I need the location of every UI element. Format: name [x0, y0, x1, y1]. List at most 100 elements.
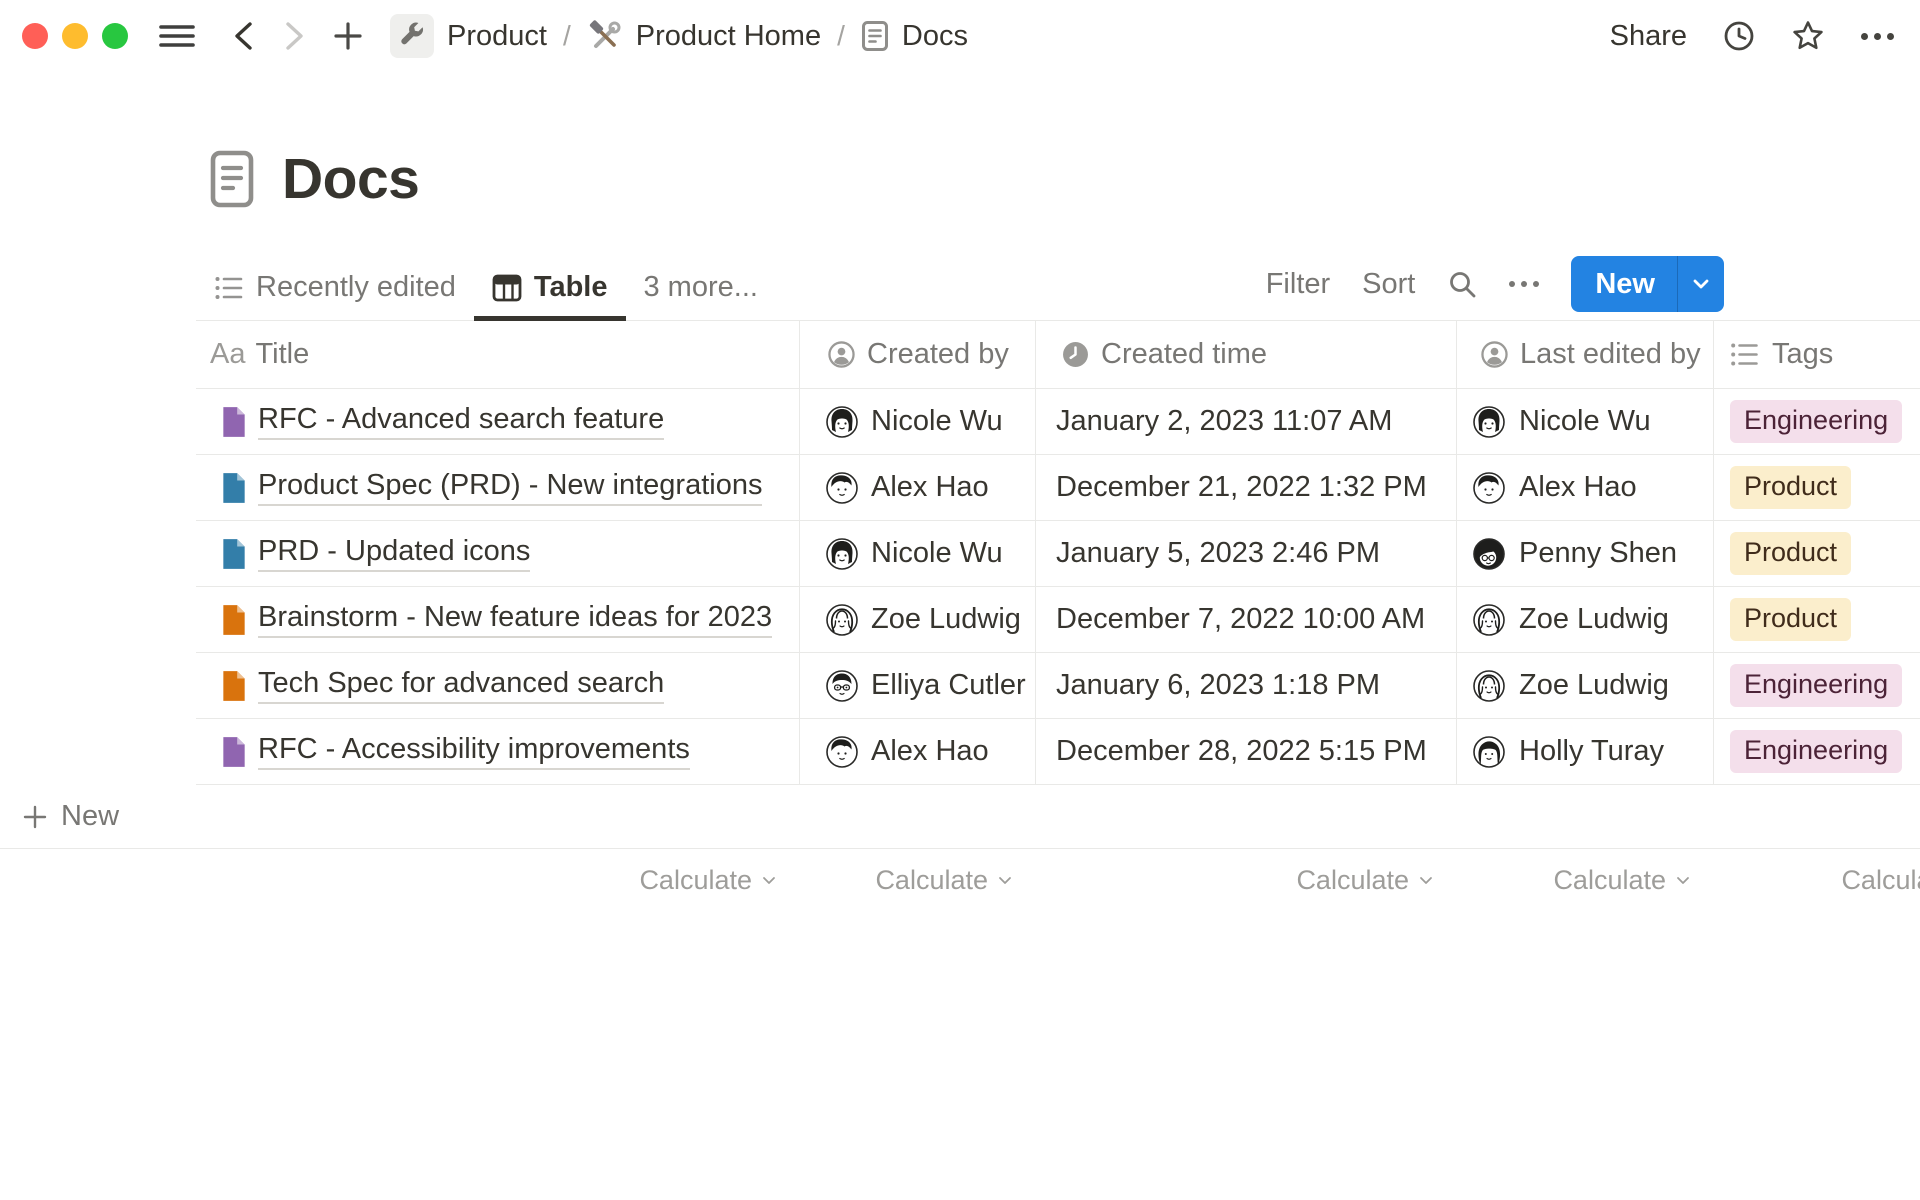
created-time-cell[interactable]: January 5, 2023 2:46 PM — [1036, 521, 1457, 586]
page-link[interactable]: PRD - Updated icons — [258, 535, 530, 572]
calculate-label: Calculate — [1296, 865, 1409, 896]
page-title[interactable]: Docs — [282, 146, 419, 212]
table-row: Brainstorm - New feature ideas for 2023 … — [196, 587, 1920, 653]
page-link[interactable]: RFC - Advanced search feature — [258, 403, 664, 440]
tags-cell[interactable]: Product — [1714, 521, 1920, 586]
new-button[interactable]: New — [1571, 256, 1724, 312]
created-time-cell[interactable]: January 2, 2023 11:07 AM — [1036, 389, 1457, 454]
last-edited-by-cell[interactable]: Alex Hao — [1457, 455, 1714, 520]
text-type-icon: Aa — [210, 338, 245, 371]
updates-clock-icon[interactable] — [1723, 20, 1755, 52]
column-header-created-by[interactable]: Created by — [800, 321, 1036, 388]
last-edited-by-cell[interactable]: Penny Shen — [1457, 521, 1714, 586]
breadcrumb-item-product-home[interactable]: Product Home — [587, 18, 821, 54]
breadcrumb-item-docs[interactable]: Docs — [861, 20, 968, 53]
created-time-cell[interactable]: December 28, 2022 5:15 PM — [1036, 719, 1457, 784]
person-icon — [828, 341, 855, 368]
wrench-icon — [390, 14, 434, 58]
tags-cell[interactable]: Engineering — [1714, 389, 1920, 454]
close-window-button[interactable] — [22, 23, 48, 49]
page-link[interactable]: Product Spec (PRD) - New integrations — [258, 469, 762, 506]
sidebar-menu-icon[interactable] — [158, 21, 196, 51]
created-time-cell[interactable]: January 6, 2023 1:18 PM — [1036, 653, 1457, 718]
created-by-cell[interactable]: Alex Hao — [800, 455, 1036, 520]
new-button-label: New — [1571, 256, 1677, 312]
column-label: Tags — [1772, 338, 1833, 371]
page-document-icon[interactable] — [210, 150, 254, 208]
last-edited-by-cell[interactable]: Nicole Wu — [1457, 389, 1714, 454]
created-time-cell[interactable]: December 21, 2022 1:32 PM — [1036, 455, 1457, 520]
created-by-cell[interactable]: Zoe Ludwig — [800, 587, 1036, 652]
tab-recently-edited[interactable]: Recently edited — [196, 255, 474, 320]
calculate-title[interactable]: Calculate — [196, 849, 800, 911]
person-name: Penny Shen — [1519, 537, 1677, 570]
title-cell[interactable]: PRD - Updated icons — [196, 521, 800, 586]
tag-pill: Product — [1730, 598, 1851, 640]
add-row-label: New — [61, 800, 119, 833]
last-edited-by-cell[interactable]: Holly Turay — [1457, 719, 1714, 784]
calculate-label: Calculate — [1553, 865, 1666, 896]
share-button[interactable]: Share — [1610, 20, 1687, 53]
page-link[interactable]: RFC - Accessibility improvements — [258, 733, 690, 770]
forward-icon[interactable] — [282, 19, 308, 53]
avatar — [1473, 538, 1505, 570]
title-cell[interactable]: Brainstorm - New feature ideas for 2023 — [196, 587, 800, 652]
breadcrumb-separator: / — [563, 20, 571, 52]
tags-cell[interactable]: Engineering — [1714, 719, 1920, 784]
column-header-title[interactable]: Aa Title — [196, 321, 800, 388]
database-table: Aa Title Created by Created time Last ed… — [0, 321, 1920, 911]
column-header-last-edited-by[interactable]: Last edited by — [1457, 321, 1714, 388]
plus-icon — [22, 804, 48, 830]
document-icon — [861, 20, 889, 52]
tag-pill: Product — [1730, 532, 1851, 574]
tag-pill: Engineering — [1730, 400, 1902, 442]
more-options-icon[interactable] — [1861, 33, 1894, 40]
created-by-cell[interactable]: Alex Hao — [800, 719, 1036, 784]
breadcrumb-label: Product — [447, 20, 547, 53]
tab-table[interactable]: Table — [474, 255, 626, 320]
person-name: Nicole Wu — [871, 537, 1003, 570]
column-header-created-time[interactable]: Created time — [1036, 321, 1457, 388]
tags-cell[interactable]: Product — [1714, 587, 1920, 652]
chevron-down-icon[interactable] — [1678, 256, 1724, 312]
created-time-cell[interactable]: December 7, 2022 10:00 AM — [1036, 587, 1457, 652]
search-icon[interactable] — [1447, 269, 1477, 299]
title-cell[interactable]: RFC - Advanced search feature — [196, 389, 800, 454]
created-by-cell[interactable]: Nicole Wu — [800, 521, 1036, 586]
last-edited-by-cell[interactable]: Zoe Ludwig — [1457, 653, 1714, 718]
page-link[interactable]: Brainstorm - New feature ideas for 2023 — [258, 601, 772, 638]
sort-button[interactable]: Sort — [1362, 268, 1415, 301]
person-name: Zoe Ludwig — [1519, 669, 1669, 702]
calculate-last-edited-by[interactable]: Calculate — [1457, 849, 1714, 911]
chevron-down-icon — [998, 876, 1012, 885]
calculate-tags[interactable]: Calculate — [1714, 849, 1920, 911]
calculate-label: Calculate — [1841, 865, 1920, 896]
tab-more-views[interactable]: 3 more... — [626, 255, 776, 320]
avatar — [826, 736, 858, 768]
add-row-button[interactable]: New — [0, 785, 1920, 849]
breadcrumb: Product / Product Home / Docs — [390, 14, 968, 58]
breadcrumb-item-product[interactable]: Product — [390, 14, 547, 58]
back-icon[interactable] — [230, 19, 256, 53]
tags-cell[interactable]: Product — [1714, 455, 1920, 520]
last-edited-by-cell[interactable]: Zoe Ludwig — [1457, 587, 1714, 652]
title-cell[interactable]: Tech Spec for advanced search — [196, 653, 800, 718]
minimize-window-button[interactable] — [62, 23, 88, 49]
page-link[interactable]: Tech Spec for advanced search — [258, 667, 664, 704]
page-icon — [221, 670, 247, 702]
calculate-created-time[interactable]: Calculate — [1036, 849, 1457, 911]
timestamp: January 5, 2023 2:46 PM — [1056, 537, 1380, 570]
filter-button[interactable]: Filter — [1266, 268, 1330, 301]
created-by-cell[interactable]: Nicole Wu — [800, 389, 1036, 454]
title-cell[interactable]: Product Spec (PRD) - New integrations — [196, 455, 800, 520]
calculate-created-by[interactable]: Calculate — [800, 849, 1036, 911]
favorite-star-icon[interactable] — [1791, 19, 1825, 53]
tags-cell[interactable]: Engineering — [1714, 653, 1920, 718]
created-by-cell[interactable]: Elliya Cutler — [800, 653, 1036, 718]
column-header-tags[interactable]: Tags — [1714, 321, 1920, 388]
view-options-icon[interactable] — [1509, 281, 1539, 287]
new-page-plus-icon[interactable] — [332, 20, 364, 52]
title-cell[interactable]: RFC - Accessibility improvements — [196, 719, 800, 784]
avatar — [1473, 406, 1505, 438]
zoom-window-button[interactable] — [102, 23, 128, 49]
